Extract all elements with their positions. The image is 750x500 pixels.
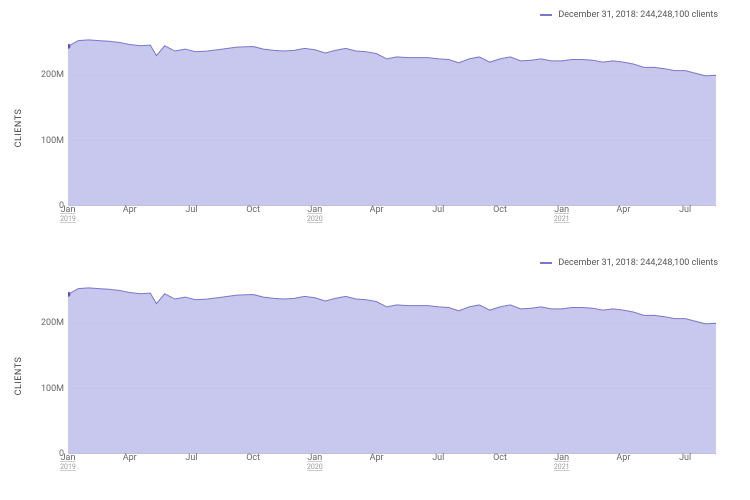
x-tick: Apr <box>616 454 630 464</box>
legend-label: December 31, 2018: 244,248,100 clients <box>558 10 718 20</box>
y-axis-label: CLIENTS <box>14 356 24 395</box>
legend-label: December 31, 2018: 244,248,100 clients <box>558 258 718 268</box>
x-tick: Jan2020 <box>307 454 323 472</box>
legend[interactable]: December 31, 2018: 244,248,100 clients <box>540 10 718 20</box>
y-tick: 200M <box>41 70 64 80</box>
y-axis-label: CLIENTS <box>14 108 24 147</box>
x-tick: Oct <box>246 454 260 464</box>
x-tick: Jan2021 <box>554 206 570 224</box>
x-tick: Apr <box>123 206 137 216</box>
plot-area[interactable] <box>68 284 716 454</box>
x-tick: Oct <box>493 454 507 464</box>
legend-swatch-icon <box>540 262 552 264</box>
x-tick: Apr <box>370 454 384 464</box>
legend-swatch-icon <box>540 14 552 16</box>
x-tick: Jan2019 <box>60 206 76 224</box>
x-tick: Jan2021 <box>554 454 570 472</box>
x-tick: Jan2019 <box>60 454 76 472</box>
plot-area[interactable] <box>68 36 716 206</box>
x-tick: Oct <box>246 206 260 216</box>
x-tick: Jul <box>185 454 197 464</box>
x-tick: Jul <box>185 206 197 216</box>
x-tick: Apr <box>616 206 630 216</box>
x-tick: Jul <box>679 206 691 216</box>
clients-chart-2[interactable]: December 31, 2018: 244,248,100 clientsCL… <box>24 268 726 483</box>
x-tick: Jan2020 <box>307 206 323 224</box>
x-tick: Jul <box>432 454 444 464</box>
x-tick: Apr <box>123 454 137 464</box>
y-tick: 100M <box>41 136 64 146</box>
clients-chart-1[interactable]: December 31, 2018: 244,248,100 clientsCL… <box>24 20 726 235</box>
y-tick: 100M <box>41 384 64 394</box>
x-tick: Jul <box>432 206 444 216</box>
legend[interactable]: December 31, 2018: 244,248,100 clients <box>540 258 718 268</box>
area-series <box>68 288 716 454</box>
x-tick: Jul <box>679 454 691 464</box>
x-tick: Oct <box>493 206 507 216</box>
area-series <box>68 40 716 206</box>
y-tick: 200M <box>41 318 64 328</box>
x-tick: Apr <box>370 206 384 216</box>
